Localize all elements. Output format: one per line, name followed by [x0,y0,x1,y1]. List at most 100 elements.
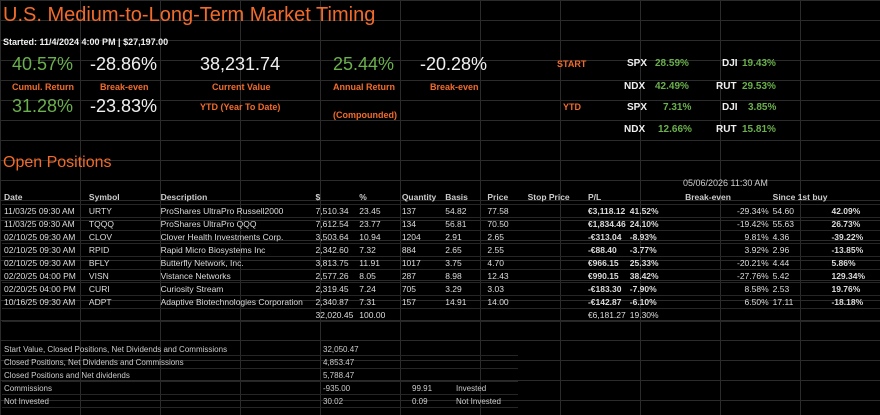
col-stop-price: Stop Price [525,190,586,205]
cell-amount: 2,577.26 [313,269,358,283]
cell-since-first-buy: 54.60 [770,204,830,218]
cell-amount: 7,612.54 [313,217,358,231]
started-info: Started: 11/4/2024 4:00 PM | $27,197.00 [3,37,169,47]
start-spx-label: SPX [627,58,648,69]
cell-breakeven: 3.92% [683,243,771,257]
cell-breakeven: -20.21% [683,256,771,270]
cell-basis: 3.75 [443,256,486,270]
cell-amount: 2,340.87 [313,295,358,309]
cell-amount: 2,319.45 [313,282,358,296]
cell-pl: €1,834.46 [585,217,628,231]
summary-status [454,368,518,382]
annual-return-sub: (Compounded) [333,110,397,120]
cell-symbol: CLOV [86,230,159,244]
positions-table: Date Symbol Description $ % Quantity Bas… [2,190,880,322]
cell-pl: -€183.30 [585,282,628,296]
total-pl-pct: 19.30% [627,308,684,322]
summary-value: 32,050.47 [321,343,410,356]
cell-quantity: 134 [399,217,444,231]
cell-quantity: 1017 [399,256,444,270]
breakeven-2-value: -20.28% [420,54,488,74]
table-row: 02/10/25 09:30 AM RPID Rapid Micro Biosyst… [2,243,880,257]
cell-pl-pct: 41.52% [627,204,684,218]
cell-price: 2.65 [485,230,526,244]
table-row: 02/20/25 04:00 PM CURI Curiosity Stream 2,3… [2,282,880,296]
cell-symbol: RPID [86,243,159,257]
cell-pl: -€88.40 [585,243,628,257]
col-date: Date [2,190,87,205]
col-pl: P/L [585,190,628,205]
summary-status [454,355,518,369]
cell-date: 02/10/25 09:30 AM [2,243,87,257]
cell-pct: 23.77 [357,217,400,231]
start-label: START [557,59,587,69]
table-row: 02/20/25 04:00 PM VISN Vistance Networks 2,… [2,269,880,283]
total-amount: 32,020.45 [313,308,358,322]
table-row: 02/10/25 09:30 AM BFLY Butterfly Network, … [2,256,880,270]
cell-pl: €966.15 [585,256,628,270]
cell-date: 02/20/25 04:00 PM [2,269,87,283]
cell-basis: 54.82 [443,204,486,218]
cell-basis: 2.91 [443,230,486,244]
cell-breakeven: -27.76% [683,269,771,283]
cell-description: Vistance Networks [158,269,314,283]
cell-date: 02/20/25 04:00 PM [2,282,87,296]
cell-price: 2.55 [485,243,526,257]
summary-status: Invested [454,381,518,395]
ytd-ndx-value: 12.66% [658,124,692,135]
open-positions-title: Open Positions [3,154,112,171]
summary-label: Closed Positions, Net Dividends and Comm… [2,355,321,369]
annual-return-value: 25.44% [333,54,395,74]
summary-value: 4,853.47 [321,355,410,369]
cell-since-first-buy-pct: 19.76% [829,282,880,296]
cell-pct: 7.24 [357,282,400,296]
start-spx-value: 28.59% [655,58,689,69]
cell-since-first-buy-pct: 26.73% [829,217,880,231]
cell-quantity: 137 [399,204,444,218]
summary-row: Start Value, Closed Positions, Net Divid… [2,343,518,356]
cell-pct: 10.94 [357,230,400,244]
total-pl: €6,181.27 [585,308,628,322]
cell-since-first-buy: 5.42 [770,269,830,283]
cell-pct: 23.45 [357,204,400,218]
cell-price: 14.00 [485,295,526,309]
cell-since-first-buy-pct: 5.86% [829,256,880,270]
positions-timestamp: 05/06/2026 11:30 AM [683,178,768,188]
summary-pct: 0.09 [410,394,454,408]
cell-description: ProShares UltraPro Russell2000 [158,204,314,218]
cell-pl-pct: 25.33% [627,256,684,270]
ytd-breakeven-value: -23.83% [90,96,158,116]
col-description: Description [158,190,314,205]
cell-basis: 2.65 [443,243,486,257]
ytd-ndx-label: NDX [624,124,646,135]
summary-label: Not Invested [2,394,321,408]
cell-pl-pct: -7.90% [627,282,684,296]
cell-date: 11/03/25 09:30 AM [2,204,87,218]
summary-pct [410,368,454,382]
table-row: 11/03/25 09:30 AM TQQQ ProShares UltraPro … [2,217,880,231]
cell-symbol: ADPT [86,295,159,309]
summary-table: Start Value, Closed Positions, Net Divid… [2,343,518,408]
col-amount: $ [313,190,358,205]
cell-breakeven: 6.50% [683,295,771,309]
cell-date: 10/16/25 09:30 AM [2,295,87,309]
cell-stop-price [525,230,586,244]
summary-row: Closed Positions and Net dividends 5,788.… [2,368,518,382]
col-pct: % [357,190,400,205]
cell-pl-pct: 38.42% [627,269,684,283]
cell-price: 12.43 [485,269,526,283]
cell-date: 11/03/25 09:30 AM [2,217,87,231]
cell-since-first-buy: 4.44 [770,256,830,270]
current-value: 38,231.74 [200,54,281,74]
ytd-label: YTD (Year To Date) [200,102,281,112]
cell-stop-price [525,269,586,283]
start-rut-value: 29.53% [742,81,776,92]
cell-stop-price [525,217,586,231]
table-row: 02/10/25 09:30 AM CLOV Clover Health Inves… [2,230,880,244]
breakeven-value: -28.86% [90,54,158,74]
summary-row: Not Invested 30.02 0.09 Not Invested [2,394,518,408]
cell-pl-pct: -3.77% [627,243,684,257]
cell-price: 4.70 [485,256,526,270]
cell-amount: 7,510.34 [313,204,358,218]
cell-breakeven: 9.81% [683,230,771,244]
